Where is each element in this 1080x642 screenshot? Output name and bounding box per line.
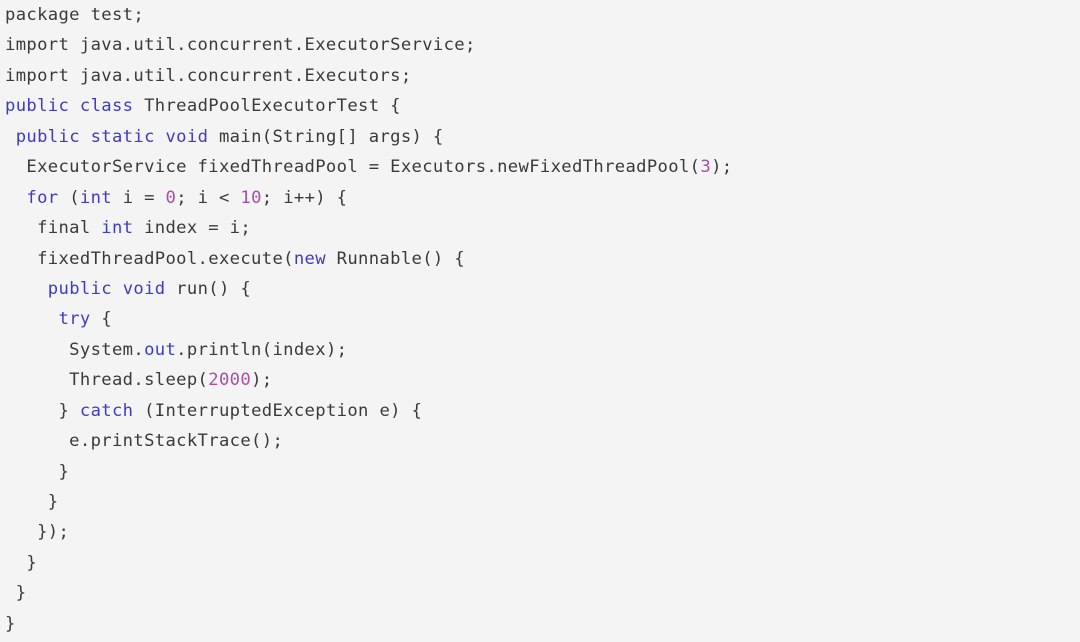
code-token-plain: (InterruptedException e) { <box>133 400 423 421</box>
code-line[interactable]: final int index = i; <box>0 213 1080 243</box>
code-token-keyword: public <box>15 126 80 147</box>
code-line[interactable]: public void run() { <box>0 274 1080 304</box>
code-token-plain: main(String[] args) { <box>208 126 444 147</box>
code-token-keyword: int <box>101 218 134 239</box>
code-token-plain: run() { <box>165 278 252 299</box>
code-line[interactable]: ExecutorService fixedThreadPool = Execut… <box>0 152 1080 182</box>
code-token-plain: .println(index); <box>176 339 348 360</box>
code-token-number: 3 <box>700 157 712 178</box>
code-token-plain: } <box>5 400 80 421</box>
code-line[interactable]: e.printStackTrace(); <box>0 426 1080 456</box>
code-line[interactable]: } <box>0 609 1080 639</box>
code-token-plain: } <box>5 461 70 482</box>
code-token-plain: } <box>5 583 27 604</box>
code-token-keyword: try <box>58 309 91 330</box>
code-token-field: out <box>144 339 177 360</box>
code-token-plain: ); <box>711 157 733 178</box>
code-line[interactable]: import java.util.concurrent.Executors; <box>0 61 1080 91</box>
code-token-plain: index = i; <box>133 218 252 239</box>
code-token-plain: ( <box>58 187 80 208</box>
code-line[interactable]: System.out.println(index); <box>0 335 1080 365</box>
code-line[interactable]: public class ThreadPoolExecutorTest { <box>0 91 1080 121</box>
code-token-plain: import java.util.concurrent.Executors; <box>5 65 412 86</box>
code-token-plain: final <box>5 218 102 239</box>
code-token-plain: Thread.sleep( <box>5 370 209 391</box>
code-token-keyword: class <box>79 96 134 117</box>
code-line[interactable]: package test; <box>0 0 1080 30</box>
code-token-plain: ExecutorService fixedThreadPool = Execut… <box>5 157 701 178</box>
code-line[interactable]: } <box>0 457 1080 487</box>
code-token-plain: Runnable() { <box>325 248 466 269</box>
code-token-plain: ThreadPoolExecutorTest { <box>133 96 401 117</box>
code-token-plain: import java.util.concurrent.ExecutorServ… <box>5 35 476 56</box>
code-token-number: 2000 <box>208 370 252 391</box>
code-line[interactable]: Thread.sleep(2000); <box>0 365 1080 395</box>
code-token-plain: package test; <box>5 5 145 25</box>
code-token-keyword: void <box>122 278 166 299</box>
code-line[interactable]: } <box>0 578 1080 608</box>
code-token-keyword: int <box>79 187 112 208</box>
code-line[interactable]: public static void main(String[] args) { <box>0 122 1080 152</box>
code-line[interactable]: } catch (InterruptedException e) { <box>0 396 1080 426</box>
code-line[interactable]: } <box>0 487 1080 517</box>
code-token-keyword: new <box>293 248 326 269</box>
code-token-plain: System. <box>5 339 145 360</box>
code-token-plain: e.printStackTrace(); <box>5 431 284 452</box>
code-token-plain: i = <box>112 187 166 208</box>
code-token-keyword: static <box>90 126 155 147</box>
code-token-keyword: public <box>5 96 70 117</box>
code-token-plain: ; i < <box>176 187 241 208</box>
code-line[interactable]: for (int i = 0; i < 10; i++) { <box>0 183 1080 213</box>
code-token-plain: }); <box>5 522 70 543</box>
code-token-plain: fixedThreadPool.execute( <box>5 248 294 269</box>
code-token-plain: } <box>5 492 59 512</box>
code-token-keyword: void <box>165 126 209 147</box>
code-line[interactable]: } <box>0 548 1080 578</box>
code-token-plain: } <box>5 613 16 634</box>
code-token-keyword: catch <box>79 400 134 421</box>
code-token-plain: ); <box>251 370 273 391</box>
code-line[interactable]: try { <box>0 304 1080 334</box>
code-token-plain: { <box>90 309 112 330</box>
code-line[interactable]: }); <box>0 517 1080 547</box>
code-token-keyword: for <box>26 187 59 208</box>
code-token-keyword: public <box>47 278 112 299</box>
code-token-plain: } <box>5 552 38 573</box>
code-token-number: 10 <box>240 187 262 208</box>
code-line[interactable]: import java.util.concurrent.ExecutorServ… <box>0 30 1080 60</box>
code-line[interactable]: fixedThreadPool.execute(new Runnable() { <box>0 244 1080 274</box>
code-token-number: 0 <box>165 187 177 208</box>
code-token-plain: ; i++) { <box>261 187 348 208</box>
code-block[interactable]: package test; import java.util.concurrent… <box>0 0 1080 642</box>
